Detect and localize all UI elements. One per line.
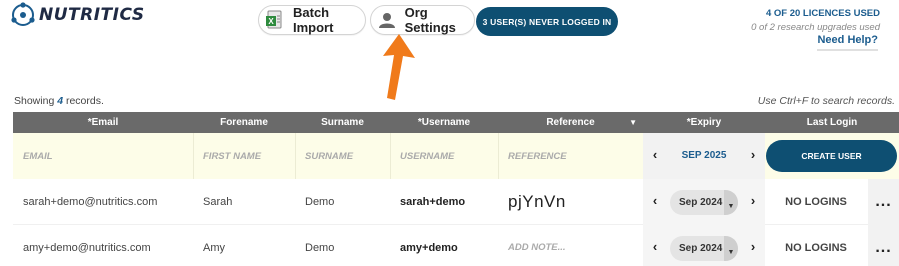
showing-suffix: records. xyxy=(65,95,104,107)
chevron-right-icon[interactable]: › xyxy=(743,147,763,162)
licences-used: 4 OF 20 LICENCES USED xyxy=(765,8,880,19)
more-options-button[interactable]: ... xyxy=(868,225,899,266)
never-logged-in-button[interactable]: 3 USER(S) NEVER LOGGED IN xyxy=(476,7,618,36)
expiry-value: Sep 2024 xyxy=(679,243,723,254)
last-login-cell: NO LOGINS xyxy=(785,242,847,254)
records-count: Showing 4 records. xyxy=(14,95,104,107)
batch-import-label: Batch Import xyxy=(293,5,334,35)
column-email[interactable]: *Email xyxy=(13,112,193,133)
last-login-cell: NO LOGINS xyxy=(785,196,847,208)
need-help-link[interactable]: Need Help? xyxy=(817,34,878,51)
new-expiry-value: SEP 2025 xyxy=(681,150,727,161)
surname-input[interactable]: SURNAME xyxy=(295,133,390,179)
column-surname[interactable]: Surname xyxy=(295,112,390,133)
username-input[interactable]: USERNAME xyxy=(390,133,498,179)
chevron-down-icon: ▼ xyxy=(724,190,738,215)
column-last-login[interactable]: Last Login xyxy=(765,112,899,133)
forename-cell[interactable]: Sarah xyxy=(193,179,295,224)
sort-down-icon[interactable]: ▼ xyxy=(629,112,637,133)
expiry-cell: ‹ Sep 2024 ▼ › xyxy=(643,225,765,266)
column-username[interactable]: *Username xyxy=(390,112,498,133)
batch-import-button[interactable]: X Batch Import xyxy=(258,5,366,35)
email-cell[interactable]: sarah+demo@nutritics.com xyxy=(13,179,193,224)
svg-text:X: X xyxy=(268,17,274,26)
chevron-right-icon[interactable]: › xyxy=(743,239,763,254)
nutritics-logo[interactable]: NUTRITICS xyxy=(10,2,145,28)
org-settings-button[interactable]: Org Settings xyxy=(370,5,475,35)
expiry-cell: ‹ Sep 2024 ▼ › xyxy=(643,179,765,225)
arrow-up-icon xyxy=(383,34,415,100)
logo-text: NUTRITICS xyxy=(39,5,145,25)
surname-cell[interactable]: Demo xyxy=(295,179,390,224)
chevron-left-icon[interactable]: ‹ xyxy=(645,239,665,254)
username-cell[interactable]: sarah+demo xyxy=(390,179,498,224)
forename-cell[interactable]: Amy xyxy=(193,225,295,266)
search-hint: Use Ctrl+F to search records. xyxy=(757,95,895,107)
column-forename[interactable]: Forename xyxy=(193,112,295,133)
table-row: amy+demo@nutritics.com Amy Demo amy+demo… xyxy=(13,225,899,266)
showing-prefix: Showing xyxy=(14,95,55,107)
expiry-select[interactable]: Sep 2024 ▼ xyxy=(670,190,738,215)
user-icon xyxy=(377,9,397,31)
column-reference[interactable]: Reference ▼ xyxy=(498,112,643,133)
expiry-select[interactable]: Sep 2024 ▼ xyxy=(670,236,738,261)
forename-input[interactable]: FIRST NAME xyxy=(193,133,295,179)
chevron-left-icon[interactable]: ‹ xyxy=(645,147,665,162)
column-expiry[interactable]: *Expiry xyxy=(643,112,765,133)
org-settings-label: Org Settings xyxy=(404,5,456,35)
research-upgrades: 0 of 2 research upgrades used xyxy=(751,22,880,33)
username-cell[interactable]: amy+demo xyxy=(390,225,498,266)
chevron-down-icon: ▼ xyxy=(724,236,738,261)
logo-icon xyxy=(11,2,35,26)
email-cell[interactable]: amy+demo@nutritics.com xyxy=(13,225,193,266)
chevron-left-icon[interactable]: ‹ xyxy=(645,193,665,208)
create-user-button[interactable]: CREATE USER xyxy=(766,140,897,172)
email-input[interactable]: EMAIL xyxy=(13,133,193,179)
record-count-number: 4 xyxy=(57,95,64,107)
spreadsheet-icon: X xyxy=(265,9,285,31)
table-header: *Email Forename Surname *Username Refere… xyxy=(13,112,899,133)
expiry-value: Sep 2024 xyxy=(679,197,723,208)
chevron-right-icon[interactable]: › xyxy=(743,193,763,208)
surname-cell[interactable]: Demo xyxy=(295,225,390,266)
table-row: sarah+demo@nutritics.com Sarah Demo sara… xyxy=(13,179,899,225)
column-reference-label: Reference xyxy=(546,117,595,128)
new-user-row: EMAIL FIRST NAME SURNAME USERNAME REFERE… xyxy=(13,133,899,179)
add-note-field[interactable]: ADD NOTE... xyxy=(498,225,643,266)
reference-input[interactable]: REFERENCE xyxy=(498,133,643,179)
reference-cell[interactable]: pjYnVn xyxy=(498,179,643,224)
new-expiry-picker: ‹ SEP 2025 › xyxy=(643,133,765,179)
more-options-button[interactable]: ... xyxy=(868,179,899,225)
